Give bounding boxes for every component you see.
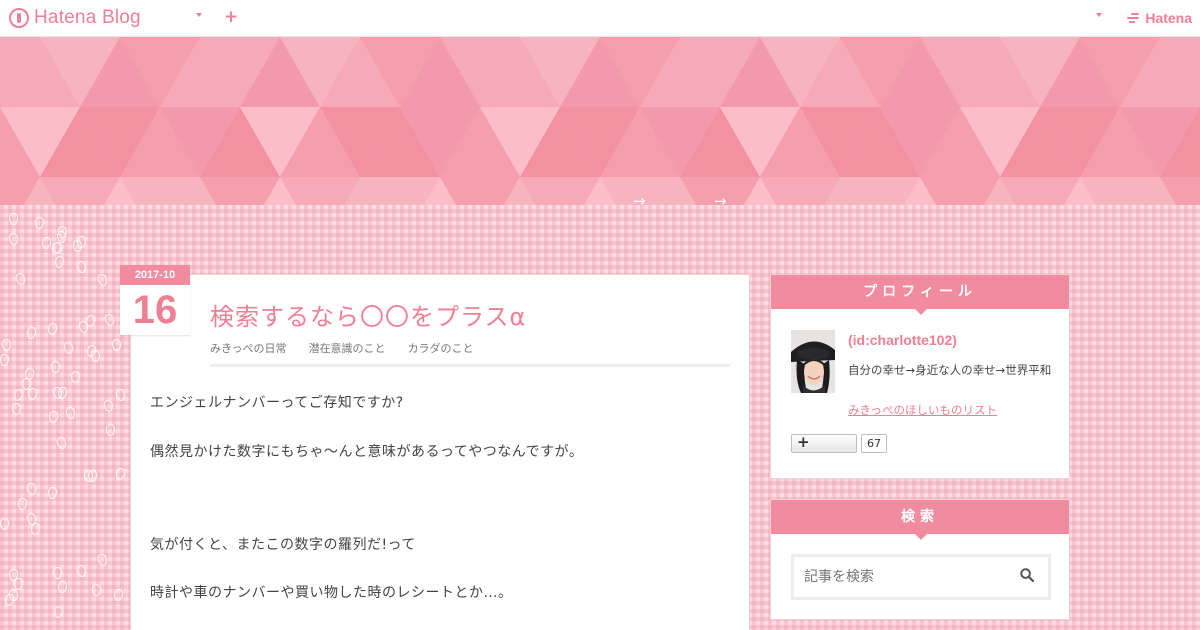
heart-decoration — [102, 399, 115, 413]
entry-title[interactable]: 検索するなら〇〇をプラスα — [210, 297, 526, 332]
category-link[interactable]: みきっぺの日常 — [210, 340, 287, 356]
entry-date: 2017-10 16 — [120, 265, 190, 335]
heart-decoration — [103, 312, 116, 328]
triangle-pattern — [0, 37, 1200, 205]
heart-decoration — [112, 588, 125, 602]
hatena-logo-icon — [1125, 13, 1141, 23]
hatena-blog-logo-icon — [9, 8, 29, 28]
entry-date-day: 16 — [132, 288, 178, 332]
heart-decoration — [12, 387, 25, 403]
heart-decoration — [0, 517, 10, 531]
heart-decoration — [34, 216, 45, 230]
heart-decoration — [17, 497, 28, 511]
hatena-blog-brand[interactable]: Hatena Blog — [9, 7, 141, 29]
heart-decoration — [11, 402, 22, 416]
avatar[interactable] — [791, 330, 835, 393]
wishlist-link[interactable]: みきっぺのほしいものリスト — [848, 402, 997, 418]
heart-decoration — [53, 255, 66, 269]
heart-decoration — [14, 271, 27, 287]
heart-decoration — [70, 370, 81, 384]
header-arrow: → — [714, 192, 727, 205]
entry-paragraph: 気が付くと、またこの数字の羅列だ!って — [150, 537, 416, 553]
heart-decoration — [75, 260, 88, 274]
heart-decoration — [29, 522, 42, 536]
hatena-text: Hatena — [1145, 10, 1192, 26]
heart-decoration — [7, 232, 20, 246]
header-arrow: → — [633, 192, 646, 205]
heart-decoration — [8, 212, 19, 226]
heart-decoration — [50, 360, 61, 374]
plus-icon: + — [797, 433, 810, 451]
heart-decoration — [40, 236, 53, 250]
heart-decoration — [57, 580, 68, 594]
heart-decoration — [52, 605, 65, 619]
reader-count: 67 — [861, 434, 887, 453]
entry-paragraph: エンジェルナンバーってご存知ですか? — [150, 395, 404, 411]
heart-decoration — [91, 583, 102, 597]
entry-date-month: 2017-10 — [120, 265, 190, 285]
heart-decoration — [96, 272, 109, 288]
search-box — [791, 554, 1051, 600]
entry-paragraph: 時計や車のナンバーや買い物した時のレシートとか…。 — [150, 585, 513, 601]
search-heading: 検索 — [771, 500, 1069, 540]
chevron-down-icon[interactable] — [196, 13, 202, 17]
heart-decoration — [25, 482, 38, 496]
heart-decoration — [28, 388, 37, 400]
search-input[interactable] — [804, 566, 1004, 588]
chevron-down-icon[interactable] — [1096, 13, 1102, 17]
heart-decoration — [47, 486, 58, 500]
heart-decoration — [105, 423, 116, 437]
title-divider — [210, 364, 730, 367]
heart-decoration — [56, 230, 67, 244]
heart-decoration — [25, 326, 38, 340]
entry-categories: みきっぺの日常 潜在意識のこと カラダのこと — [210, 340, 474, 356]
heart-decoration — [96, 553, 109, 567]
heart-decoration — [13, 577, 24, 591]
heart-decoration — [0, 353, 10, 367]
search-icon[interactable] — [1020, 568, 1034, 582]
global-header: Hatena Blog + Hatena — [0, 0, 1200, 37]
heart-decoration — [75, 564, 88, 578]
profile-id[interactable]: (id:charlotte102) — [848, 332, 957, 348]
heart-decoration — [111, 338, 122, 352]
plus-icon[interactable]: + — [224, 6, 238, 28]
heart-decoration — [72, 239, 83, 253]
heart-decoration — [64, 406, 77, 420]
hatena-logo[interactable]: Hatena — [1125, 10, 1192, 26]
category-link[interactable]: カラダのこと — [408, 340, 474, 356]
blog-header: → → — [0, 37, 1200, 205]
heart-decoration — [55, 435, 68, 451]
profile-description: 自分の幸せ→身近な人の幸せ→世界平和 — [848, 363, 1052, 377]
heart-decoration — [46, 322, 59, 336]
heart-decoration — [114, 388, 127, 402]
heart-decoration — [52, 566, 63, 580]
category-link[interactable]: 潜在意識のこと — [309, 340, 386, 356]
follow-button[interactable]: + — [791, 433, 857, 453]
heart-decoration — [1, 338, 12, 352]
heart-pattern — [0, 205, 130, 630]
heart-decoration — [24, 367, 35, 381]
heart-decoration — [114, 467, 127, 481]
brand-text: Hatena Blog — [34, 7, 141, 28]
search-module: 検索 — [770, 499, 1070, 620]
entry-paragraph: 偶然見かけた数字にもちゃ〜んと意味があるってやつなんですが。 — [150, 444, 584, 460]
profile-heading: プロフィール — [771, 275, 1069, 315]
profile-module: プロフィール (id:charlotte102) 自分の幸せ→身近な人の幸せ→世… — [770, 274, 1070, 479]
heart-decoration — [62, 341, 75, 355]
heart-decoration — [48, 410, 59, 424]
